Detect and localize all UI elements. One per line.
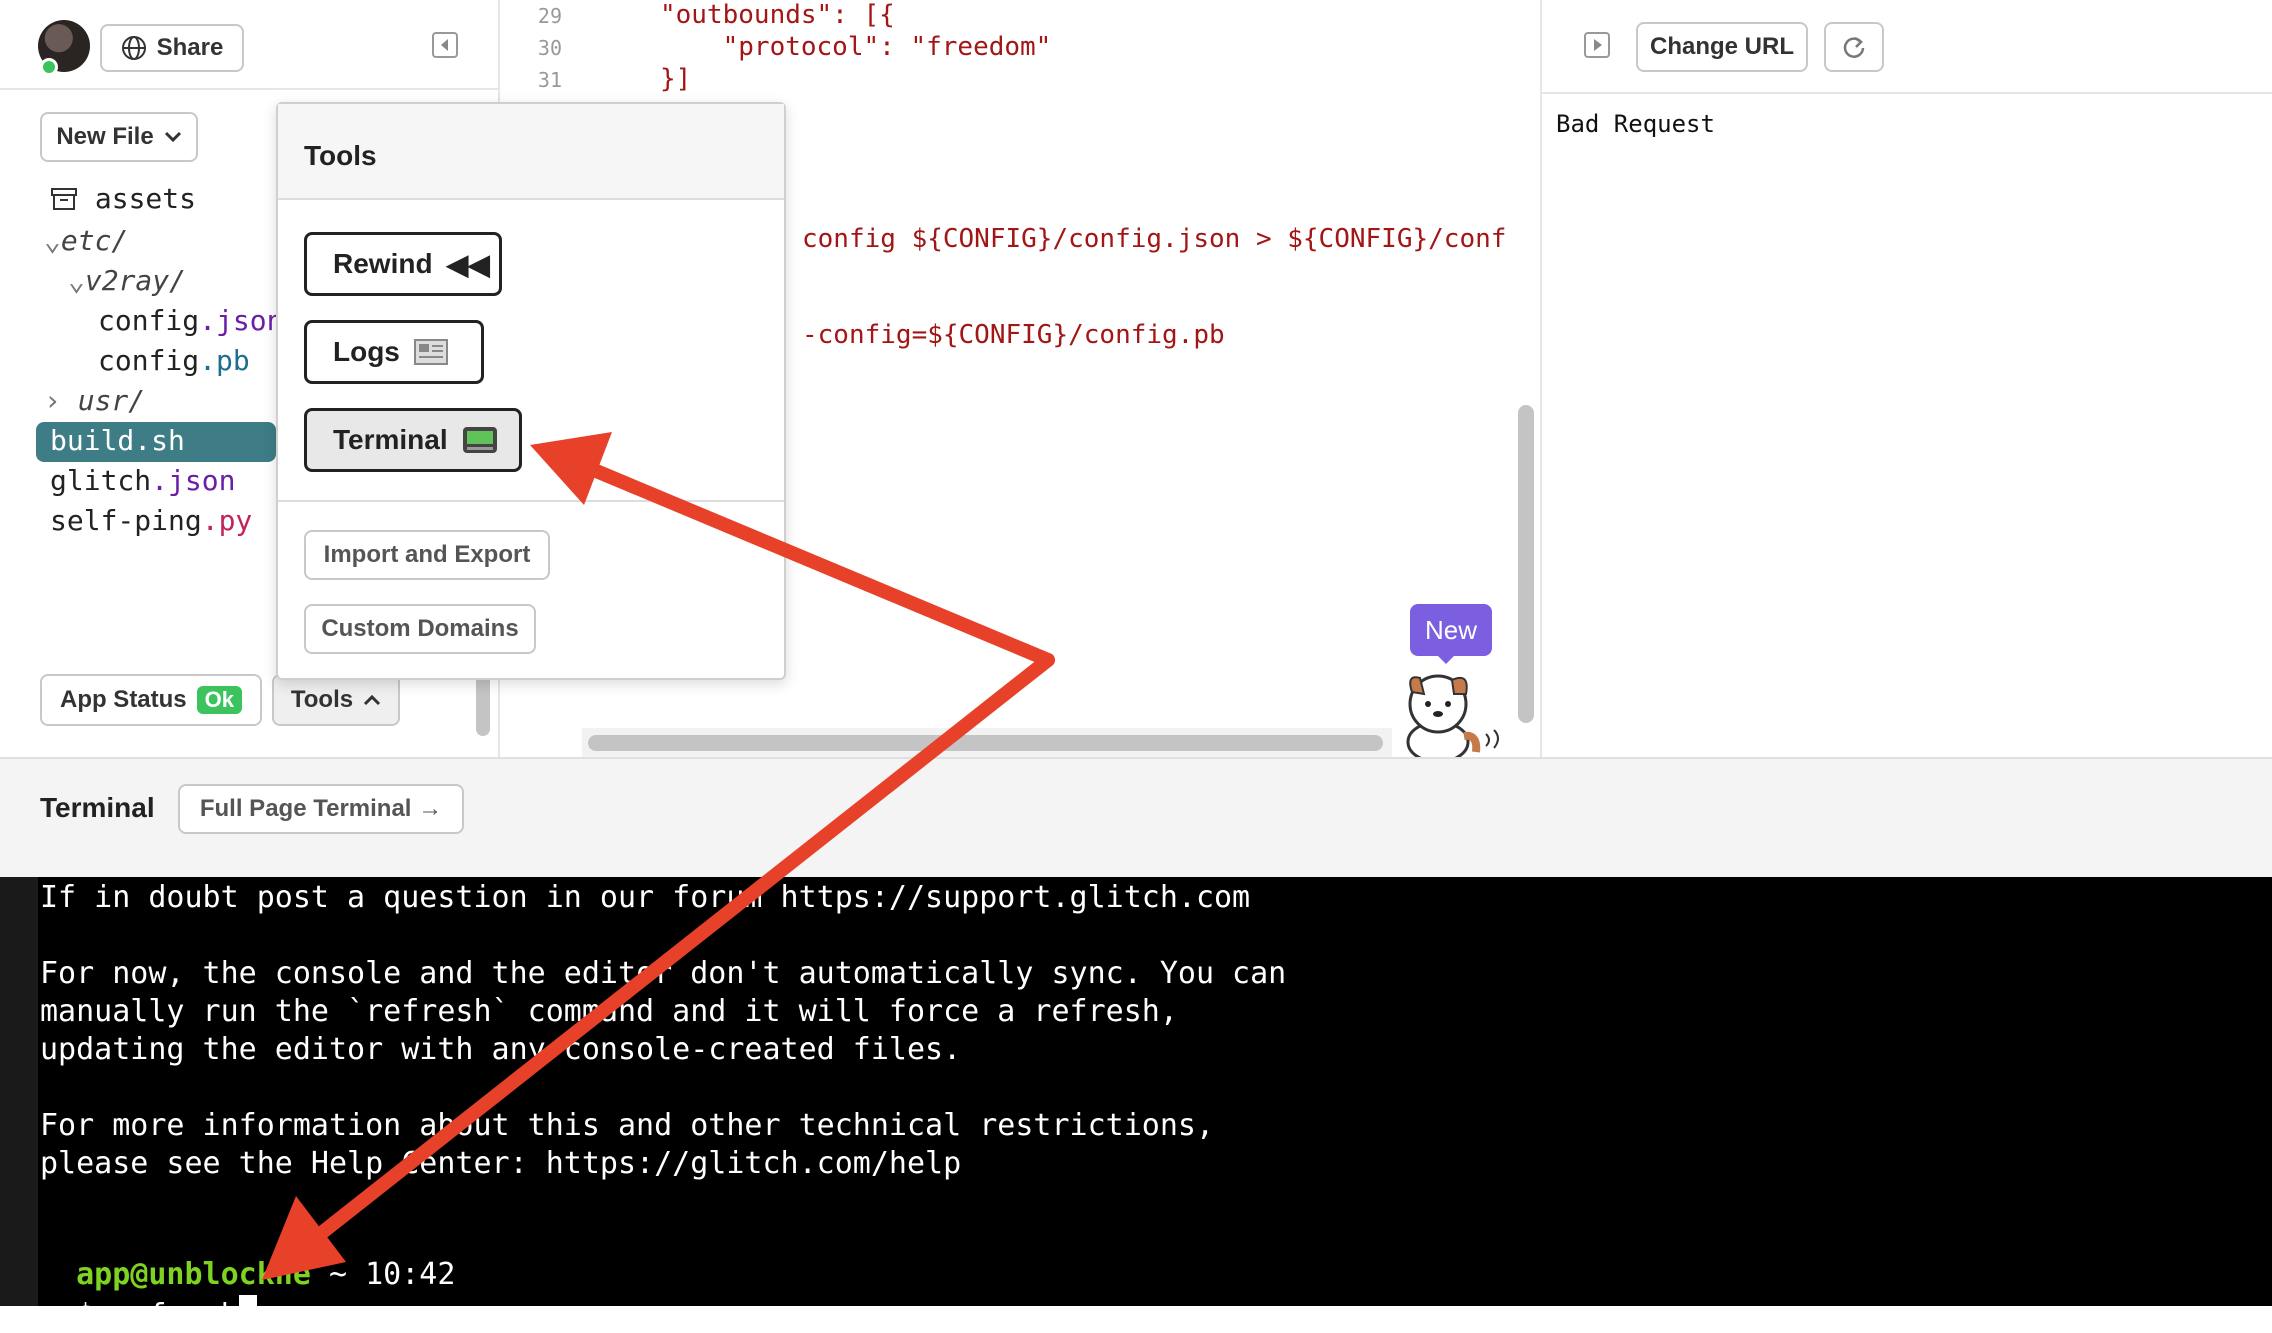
- share-label: Share: [156, 34, 224, 61]
- sidebar-divider: [0, 88, 500, 90]
- archive-icon: [51, 188, 77, 210]
- change-url-label: Change URL: [1650, 33, 1794, 60]
- dog-mascot-icon[interactable]: [1398, 664, 1508, 758]
- terminal-title: Terminal: [40, 792, 155, 823]
- tree-item-config-json[interactable]: config.json: [98, 304, 283, 337]
- preview-divider: [1542, 92, 2272, 94]
- tools-label: Tools: [290, 686, 354, 713]
- new-file-button[interactable]: New File: [40, 112, 198, 162]
- code-line: -config=${CONFIG}/config.pb: [802, 320, 1225, 350]
- terminal-cursor: [238, 1295, 257, 1331]
- app-status-label: App Status: [59, 686, 187, 713]
- tree-item-self-ping[interactable]: self-ping.py: [50, 504, 252, 537]
- terminal-icon: [462, 427, 497, 453]
- tools-title: Tools: [304, 140, 377, 171]
- tools-popup: Tools Rewind ◀◀ Logs Terminal Import and…: [276, 102, 786, 680]
- rewind-icon: ◀◀: [446, 248, 490, 280]
- chevron-down-icon: ⌄: [44, 224, 61, 257]
- editor-vertical-scrollbar[interactable]: [1518, 405, 1534, 723]
- terminal-line: updating the editor with any console-cre…: [40, 1032, 962, 1067]
- chevron-right-icon: ›: [44, 384, 61, 417]
- logs-label: Logs: [333, 336, 400, 367]
- status-badge: Ok: [196, 686, 243, 714]
- rewind-button[interactable]: Rewind ◀◀: [304, 232, 502, 296]
- new-badge[interactable]: New: [1410, 604, 1492, 656]
- terminal-line: please see the Help Center: https://glit…: [40, 1146, 962, 1181]
- reload-button[interactable]: [1824, 22, 1884, 72]
- share-button[interactable]: Share: [100, 24, 244, 72]
- line-number: 30: [537, 36, 562, 60]
- tree-item-etc[interactable]: ⌄etc/: [44, 224, 128, 257]
- code-line: config ${CONFIG}/config.json > ${CONFIG}…: [802, 224, 1507, 254]
- code-line: "protocol": "freedom": [660, 32, 1052, 62]
- terminal-gutter: [0, 877, 38, 1306]
- preview-content: Bad Request: [1556, 110, 1715, 138]
- tree-item-assets[interactable]: assets: [50, 182, 196, 215]
- terminal-line: For more information about this and othe…: [40, 1108, 1214, 1143]
- refresh-icon: [1843, 36, 1865, 58]
- terminal-line: manually run the `refresh` command and i…: [40, 994, 1178, 1029]
- line-number: 31: [537, 68, 562, 92]
- tree-item-v2ray[interactable]: ⌄v2ray/: [68, 264, 186, 297]
- tree-item-config-pb[interactable]: config.pb: [98, 344, 250, 377]
- collapse-sidebar-icon[interactable]: [432, 32, 458, 58]
- terminal-input-line[interactable]: $ refresh: [40, 1260, 257, 1333]
- line-number: 29: [537, 4, 562, 28]
- full-page-terminal-button[interactable]: Full Page Terminal →: [178, 784, 464, 834]
- chevron-down-icon: [164, 131, 181, 143]
- editor-horizontal-scrollbar[interactable]: [588, 735, 1383, 751]
- code-line: "outbounds": [{: [660, 0, 895, 30]
- terminal-label: Terminal: [333, 424, 448, 455]
- app-status-button[interactable]: App Status Ok: [40, 674, 262, 726]
- chevron-down-icon: ⌄: [68, 264, 85, 297]
- code-line: }]: [660, 64, 692, 94]
- chevron-up-icon: [364, 694, 381, 706]
- terminal-line: For now, the console and the editor don'…: [40, 956, 1287, 991]
- newspaper-icon: [413, 339, 448, 365]
- logs-button[interactable]: Logs: [304, 320, 484, 384]
- globe-icon: [121, 36, 146, 60]
- online-indicator: [40, 58, 58, 76]
- terminal-button[interactable]: Terminal: [304, 408, 522, 472]
- import-export-button[interactable]: Import and Export: [304, 530, 550, 580]
- play-icon[interactable]: [1584, 32, 1610, 58]
- new-file-label: New File: [56, 123, 154, 150]
- tools-button[interactable]: Tools: [272, 674, 400, 726]
- rewind-label: Rewind: [333, 248, 433, 279]
- tree-item-build-sh[interactable]: build.sh: [50, 424, 185, 457]
- custom-domains-button[interactable]: Custom Domains: [304, 604, 536, 654]
- tree-item-glitch-json[interactable]: glitch.json: [50, 464, 235, 497]
- change-url-button[interactable]: Change URL: [1636, 22, 1808, 72]
- terminal-line: If in doubt post a question in our forum…: [40, 880, 1251, 915]
- tree-item-usr[interactable]: › usr/: [44, 384, 145, 417]
